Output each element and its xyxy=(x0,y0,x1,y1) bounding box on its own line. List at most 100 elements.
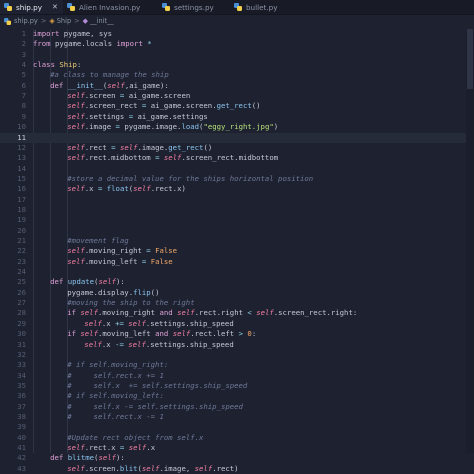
code-line[interactable]: 43 self.screen.blit(self.image, self.rect… xyxy=(0,464,474,474)
line-number: 7 xyxy=(21,91,26,101)
code-line[interactable]: 4 class Ship: xyxy=(0,60,474,70)
line-number: 22 xyxy=(17,246,26,256)
tab-label: ship.py xyxy=(16,2,42,12)
code-text: self.settings = ai_game.settings xyxy=(67,111,208,121)
vertical-scrollbar[interactable] xyxy=(466,29,474,453)
code-line[interactable]: 30 if self.moving_left and self.rect.left… xyxy=(0,329,474,339)
code-text: pygame.display.flip() xyxy=(67,287,160,297)
code-line[interactable]: 40 #Update rect object from self.x xyxy=(0,433,474,443)
code-line[interactable]: 11 xyxy=(0,132,474,143)
line-number: 27 xyxy=(17,298,26,308)
line-number: 26 xyxy=(17,287,26,297)
code-line[interactable]: 28 if self.moving_right and self.rect.rig… xyxy=(0,308,474,318)
code-text: self.x = float(self.rect.x) xyxy=(67,184,186,194)
code-line[interactable]: 16 self.x = float(self.rect.x) xyxy=(0,184,474,194)
code-text: # if self.moving_right: xyxy=(67,360,169,370)
tab-label: Alien Invasion.py xyxy=(79,2,141,12)
code-line[interactable]: 2 from pygame.locals import * xyxy=(0,39,474,49)
python-file-icon xyxy=(67,3,75,11)
code-text: class Ship: xyxy=(33,60,82,70)
code-line[interactable]: 9 self.settings = ai_game.settings xyxy=(0,112,474,122)
code-line[interactable]: 37 # self.x -= self.settings.ship_speed xyxy=(0,402,474,412)
breadcrumb-separator: > xyxy=(40,17,47,25)
line-number: 10 xyxy=(17,122,26,132)
line-number: 18 xyxy=(17,204,26,214)
breadcrumb-separator: > xyxy=(74,17,80,25)
code-line[interactable]: 18 xyxy=(0,205,474,215)
line-number: 32 xyxy=(17,349,26,359)
code-line[interactable]: 39 xyxy=(0,422,474,432)
code-text: from pygame.locals import * xyxy=(33,39,152,49)
code-text: if self.moving_left and self.rect.left >… xyxy=(67,329,257,339)
code-line[interactable]: 12 self.rect = self.image.get_rect() xyxy=(0,143,474,153)
code-line[interactable]: 10 self.image = pygame.image.load("eggy_r… xyxy=(0,122,474,132)
breadcrumb-file[interactable]: ship.py xyxy=(14,17,38,25)
code-line[interactable]: 13 self.rect.midbottom = self.screen_rect… xyxy=(0,153,474,163)
line-number: 3 xyxy=(21,49,26,59)
code-line[interactable]: 15 #store a decimal value for the ships h… xyxy=(0,174,474,184)
code-text: #moving the ship to the right xyxy=(67,298,195,308)
code-line[interactable]: 7 self.screen = ai_game.screen xyxy=(0,91,474,101)
code-line[interactable]: 14 xyxy=(0,164,474,174)
python-file-icon xyxy=(4,17,11,25)
line-number: 35 xyxy=(17,380,26,390)
code-line[interactable]: 31 self.x -= self.settings.ship_speed xyxy=(0,340,474,350)
code-text: self.x -= self.settings.ship_speed xyxy=(84,339,234,349)
code-line[interactable]: 36 # if self.moving_left: xyxy=(0,391,474,401)
method-icon: ◆ xyxy=(82,17,89,25)
code-line[interactable]: 8 self.screen_rect = ai_game.screen.get_r… xyxy=(0,101,474,111)
code-line[interactable]: 20 xyxy=(0,226,474,236)
code-line[interactable]: 5 #a class to manage the ship xyxy=(0,70,474,80)
code-line[interactable]: 21 #movement flag xyxy=(0,236,474,246)
code-line[interactable]: 17 xyxy=(0,195,474,205)
code-line[interactable]: 22 self.moving_right = False xyxy=(0,246,474,256)
code-text: # self.rect.x -= 1 xyxy=(67,411,164,421)
line-number: 11 xyxy=(17,132,26,142)
code-line[interactable]: 41 self.rect.x = self.x xyxy=(0,443,474,453)
python-file-icon xyxy=(162,3,170,11)
line-number: 8 xyxy=(21,101,26,111)
code-line[interactable]: 1 import pygame, sys xyxy=(0,29,474,39)
code-line[interactable]: 3 xyxy=(0,50,474,60)
code-line[interactable]: 19 xyxy=(0,215,474,225)
code-line[interactable]: 26 pygame.display.flip() xyxy=(0,288,474,298)
code-text: self.screen.blit(self.image, self.rect) xyxy=(67,463,239,473)
code-text: import pygame, sys xyxy=(33,29,113,38)
code-line[interactable]: 29 self.x += self.settings.ship_speed xyxy=(0,319,474,329)
line-number: 2 xyxy=(21,39,26,49)
line-number: 31 xyxy=(17,339,26,349)
code-line[interactable]: 6 def __init__(self,ai_game): xyxy=(0,81,474,91)
code-editor[interactable]: 1 import pygame, sys 2 from pygame.locals i… xyxy=(0,29,474,473)
code-line[interactable]: 42 def blitme(self): xyxy=(0,453,474,463)
code-line[interactable]: 34 # self.rect.x += 1 xyxy=(0,371,474,381)
code-text: self.x += self.settings.ship_speed xyxy=(84,318,234,328)
tab-bullet-py[interactable]: bullet.py xyxy=(230,0,300,14)
code-line[interactable]: 35 # self.x += self.settings.ship_speed xyxy=(0,381,474,391)
close-icon[interactable]: ✕ xyxy=(52,3,58,11)
breadcrumb-method[interactable]: __init__ xyxy=(90,17,114,25)
line-number: 28 xyxy=(17,308,26,318)
line-number: 39 xyxy=(17,422,26,432)
code-line[interactable]: 23 self.moving_left = False xyxy=(0,257,474,267)
code-line[interactable]: 33 # if self.moving_right: xyxy=(0,360,474,370)
code-line[interactable]: 24 xyxy=(0,267,474,277)
code-line[interactable]: 27 #moving the ship to the right xyxy=(0,298,474,308)
line-number: 14 xyxy=(17,163,26,173)
code-line[interactable]: 38 # self.rect.x -= 1 xyxy=(0,412,474,422)
tab-settings-py[interactable]: settings.py xyxy=(158,0,230,14)
line-number: 1 xyxy=(21,29,26,38)
code-text: self.rect.x = self.x xyxy=(67,443,156,452)
line-number: 5 xyxy=(21,70,26,80)
scrollbar-thumb[interactable] xyxy=(467,29,473,89)
breadcrumb-class[interactable]: Ship xyxy=(57,17,71,25)
tab-ship-py[interactable]: ship.py ✕ xyxy=(0,0,63,14)
code-text: #a class to manage the ship xyxy=(50,70,169,80)
code-text: self.rect.midbottom = self.screen_rect.m… xyxy=(67,153,279,163)
code-line[interactable]: 32 xyxy=(0,350,474,360)
line-number: 41 xyxy=(17,443,26,452)
breadcrumb: ship.py > ◈ Ship > ◆ __init__ xyxy=(0,15,474,27)
code-text: self.moving_right = False xyxy=(67,246,178,256)
tab-alien-invasion-py[interactable]: Alien Invasion.py xyxy=(63,0,158,14)
line-number: 37 xyxy=(17,401,26,411)
code-line[interactable]: 25 def update(self): xyxy=(0,277,474,287)
